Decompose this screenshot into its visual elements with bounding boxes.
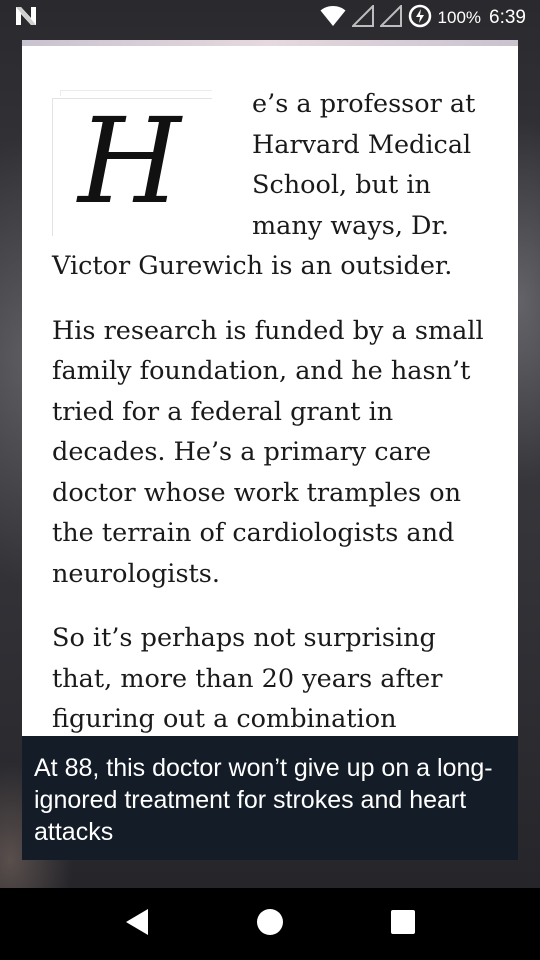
- home-button[interactable]: [246, 900, 294, 948]
- wifi-icon: [320, 5, 346, 31]
- recents-icon: [390, 909, 416, 939]
- card-top-divider: [22, 40, 518, 46]
- home-icon: [256, 908, 284, 940]
- back-icon: [124, 908, 150, 940]
- battery-percent: 100%: [437, 8, 482, 27]
- headline-text: At 88, this doctor won’t give up on a lo…: [34, 754, 493, 846]
- back-button[interactable]: [113, 900, 161, 948]
- article-body: H e’s a professor at Harvard Medical Sch…: [52, 84, 492, 804]
- status-bar: 100% 6:39: [0, 0, 540, 36]
- drop-cap-letter: H: [78, 92, 181, 230]
- paragraph-2: His research is funded by a small family…: [52, 315, 484, 589]
- navigation-bar: [0, 888, 540, 960]
- headline-caption[interactable]: At 88, this doctor won’t give up on a lo…: [22, 736, 518, 860]
- signal-icon: [350, 3, 374, 31]
- battery-saver-icon: [408, 4, 432, 32]
- recents-button[interactable]: [379, 900, 427, 948]
- drop-cap: H: [52, 90, 218, 240]
- n-logo-icon: [14, 5, 38, 31]
- status-time: 6:39: [489, 7, 526, 28]
- signal-icon: [378, 3, 402, 31]
